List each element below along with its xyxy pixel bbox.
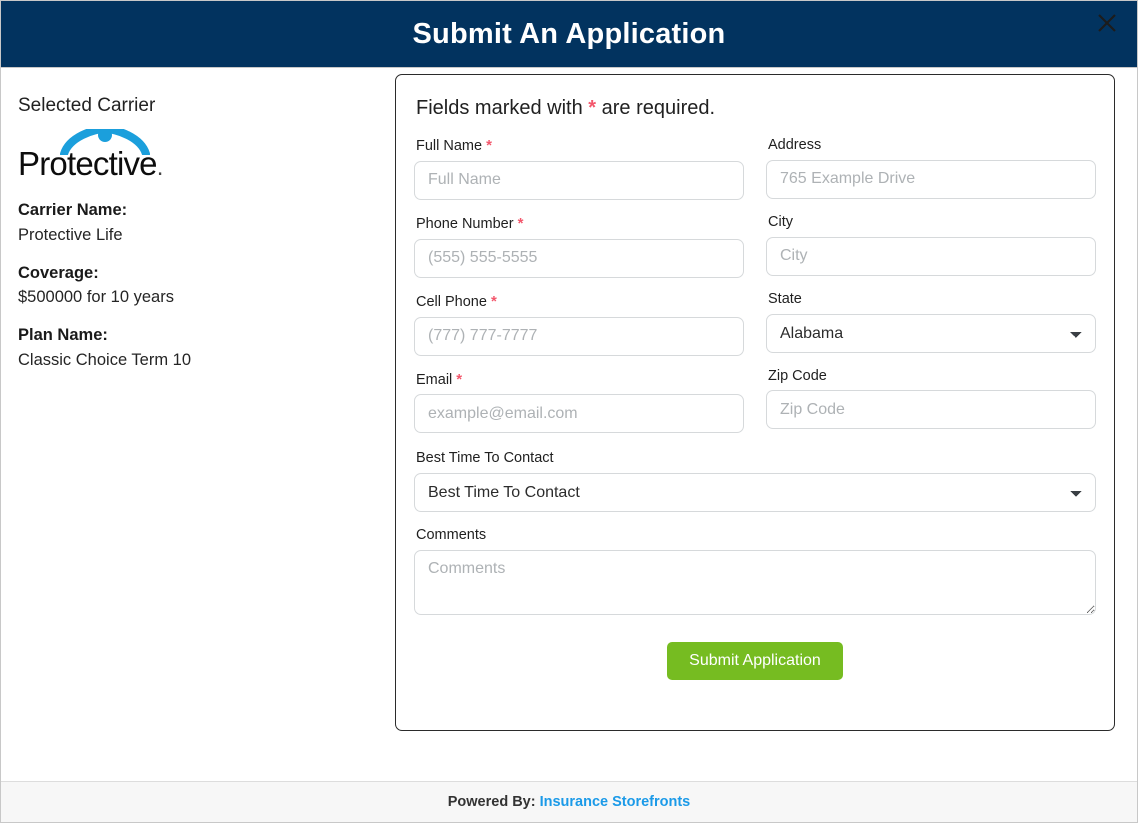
email-required-star: * bbox=[456, 370, 463, 388]
city-input[interactable] bbox=[766, 236, 1096, 276]
page-title: Submit An Application bbox=[412, 17, 726, 50]
application-form-card: Fields marked with * are required. Full … bbox=[395, 74, 1115, 731]
sidebar-heading: Selected Carrier bbox=[18, 95, 156, 116]
plan-name-value: Classic Choice Term 10 bbox=[18, 351, 192, 370]
cell-phone-label-text: Cell Phone bbox=[416, 293, 487, 310]
modal-footer: Powered By: Insurance Storefronts bbox=[1, 781, 1137, 822]
modal-body: Selected Carrier Protective. Carrier Nam… bbox=[1, 68, 1137, 781]
best-time-to-contact-field: Best Time To Contact Best Time To Contac… bbox=[414, 449, 1096, 513]
plan-name-block: Plan Name: Classic Choice Term 10 bbox=[18, 324, 381, 373]
carrier-logo: Protective. bbox=[18, 124, 190, 185]
zip-code-label: Zip Code bbox=[768, 367, 827, 384]
coverage-block: Coverage: $500000 for 10 years bbox=[18, 262, 381, 311]
comments-label: Comments bbox=[416, 527, 487, 544]
modal-header: Submit An Application bbox=[1, 1, 1137, 68]
address-label: Address bbox=[768, 137, 822, 153]
cell-phone-required-star: * bbox=[490, 292, 497, 310]
phone-number-required-star: * bbox=[517, 214, 524, 232]
powered-by-label: Powered By: bbox=[447, 794, 536, 810]
coverage-value: $500000 for 10 years bbox=[18, 288, 174, 307]
comments-textarea[interactable] bbox=[414, 550, 1096, 616]
cell-phone-field: Cell Phone * bbox=[414, 292, 744, 356]
city-field: City bbox=[766, 213, 1096, 276]
carrier-name-block: Carrier Name: Protective Life bbox=[18, 199, 381, 248]
phone-number-label: Phone Number * bbox=[416, 214, 744, 234]
state-select[interactable]: Alabama bbox=[766, 313, 1096, 353]
form-right-column: Address City State Alabama Zi bbox=[766, 136, 1096, 447]
phone-number-input[interactable] bbox=[414, 238, 744, 278]
city-label: City bbox=[768, 213, 793, 230]
cell-phone-label: Cell Phone * bbox=[416, 292, 744, 312]
form-left-column: Full Name * Phone Number * Cell Phone * … bbox=[414, 136, 744, 447]
carrier-name-value: Protective Life bbox=[18, 225, 123, 244]
state-label: State bbox=[768, 290, 802, 307]
application-modal: Submit An Application Selected Carrier P… bbox=[0, 0, 1138, 823]
full-name-field: Full Name * bbox=[414, 136, 744, 200]
best-time-to-contact-label: Best Time To Contact bbox=[416, 450, 554, 467]
required-note-star: * bbox=[588, 97, 597, 119]
email-field: Email * bbox=[414, 370, 744, 434]
form-grid: Full Name * Phone Number * Cell Phone * … bbox=[414, 136, 1096, 447]
email-label: Email * bbox=[416, 370, 744, 390]
best-time-to-contact-select[interactable]: Best Time To Contact bbox=[414, 473, 1096, 513]
state-field: State Alabama bbox=[766, 290, 1096, 353]
email-input[interactable] bbox=[414, 394, 744, 434]
submit-application-button[interactable]: Submit Application bbox=[667, 642, 843, 681]
insurance-storefronts-link[interactable]: Insurance Storefronts bbox=[540, 794, 691, 810]
address-field: Address bbox=[766, 136, 1096, 199]
close-button[interactable] bbox=[1093, 9, 1121, 37]
cell-phone-input[interactable] bbox=[414, 316, 744, 356]
close-icon bbox=[1096, 12, 1118, 34]
carrier-name-label: Carrier Name: bbox=[18, 200, 128, 219]
email-label-text: Email bbox=[416, 371, 453, 388]
zip-code-input[interactable] bbox=[766, 390, 1096, 430]
required-note-before: Fields marked with bbox=[416, 97, 589, 119]
zip-code-field: Zip Code bbox=[766, 367, 1096, 430]
protective-wordmark-text: Protective bbox=[18, 144, 158, 182]
coverage-label: Coverage: bbox=[18, 263, 99, 282]
protective-wordmark: Protective. bbox=[18, 147, 163, 180]
phone-number-label-text: Phone Number bbox=[416, 215, 514, 232]
comments-field: Comments bbox=[414, 526, 1096, 620]
required-note-after: are required. bbox=[596, 97, 716, 119]
required-fields-note: Fields marked with * are required. bbox=[416, 97, 1096, 120]
address-input[interactable] bbox=[766, 159, 1096, 199]
carrier-sidebar: Selected Carrier Protective. Carrier Nam… bbox=[1, 68, 381, 781]
full-name-required-star: * bbox=[486, 137, 492, 154]
protective-wordmark-period: . bbox=[156, 153, 164, 181]
full-name-label: Full Name * bbox=[416, 136, 744, 156]
plan-name-label: Plan Name: bbox=[18, 326, 108, 345]
full-name-label-text: Full Name bbox=[416, 138, 483, 154]
phone-number-field: Phone Number * bbox=[414, 214, 744, 278]
submit-row: Submit Application bbox=[414, 642, 1096, 681]
full-name-input[interactable] bbox=[414, 160, 744, 200]
